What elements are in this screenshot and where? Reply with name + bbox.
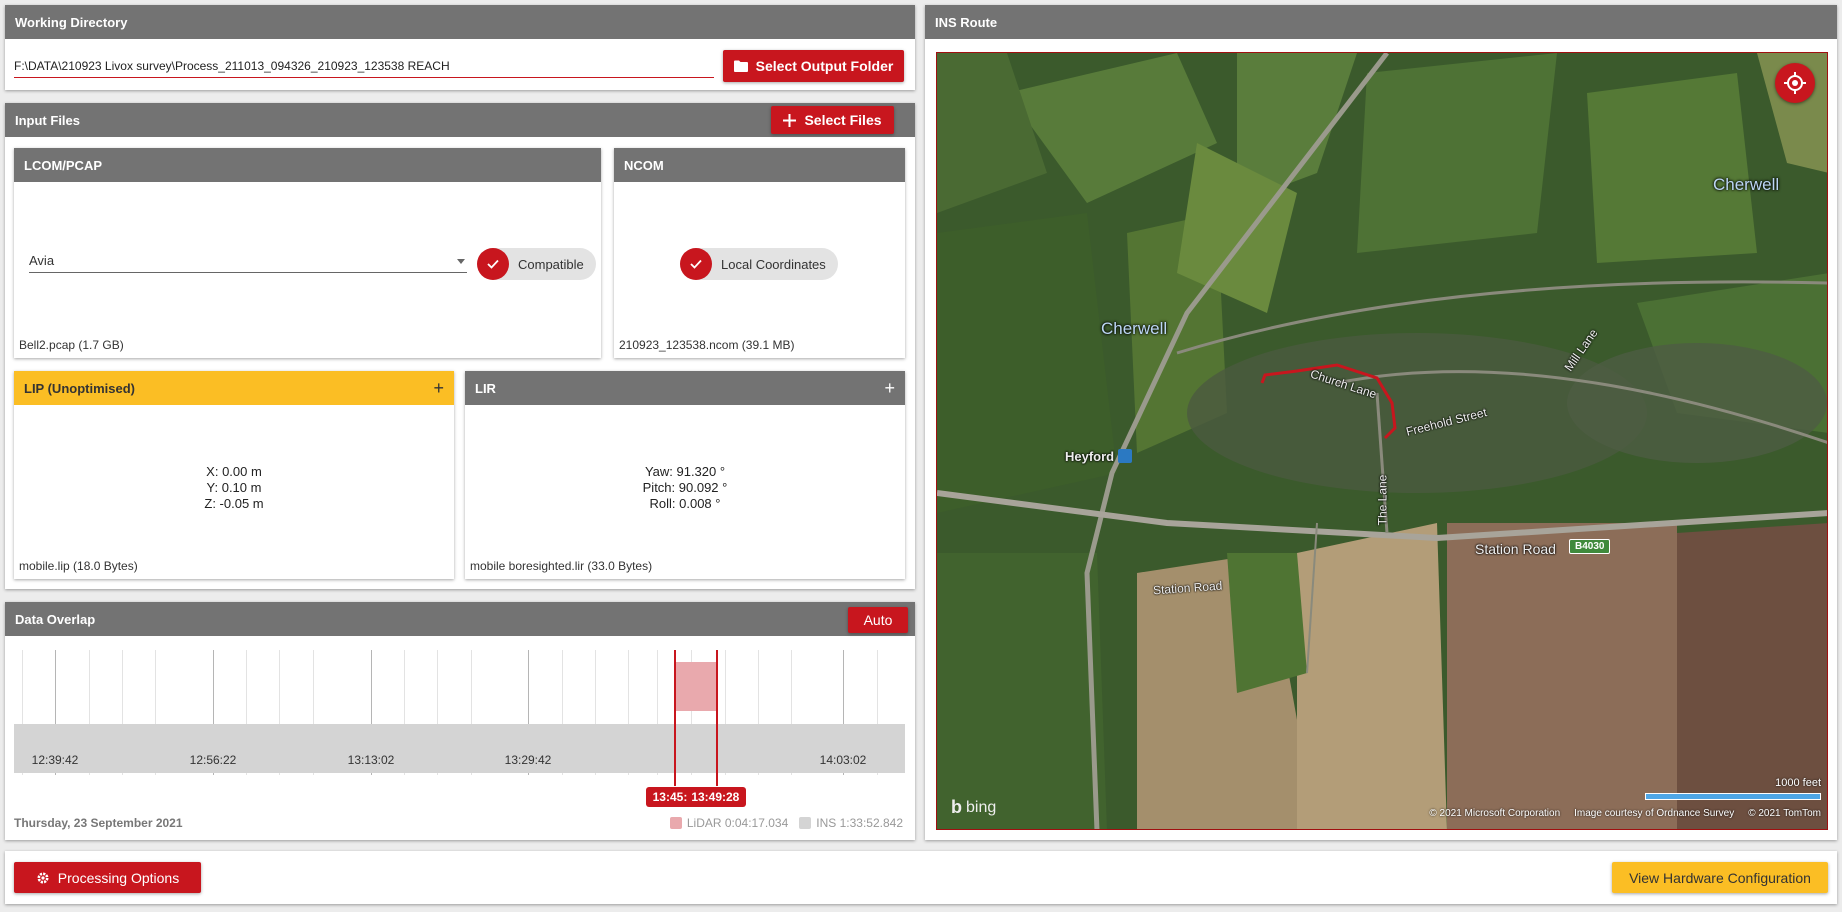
lir-yaw-value: Yaw: 91.320 ° — [644, 464, 726, 479]
lcom-pcap-title: LCOM/PCAP — [14, 148, 601, 182]
ins-legend-label: INS 1:33:52.842 — [816, 816, 903, 830]
crosshair-icon — [1784, 72, 1806, 94]
road-badge: B4030 — [1569, 539, 1611, 554]
lir-file-name: mobile boresighted.lir (33.0 Bytes) — [470, 559, 653, 573]
lidar-legend-swatch — [669, 817, 682, 829]
view-hardware-configuration-label: View Hardware Configuration — [1629, 869, 1811, 886]
lir-card: LIR + Yaw: 91.320 ° Pitch: 90.092 ° Roll… — [465, 371, 905, 579]
compatible-status-text: Compatible — [518, 256, 584, 272]
selection-range-badge: 13:45: 13:49:28 — [646, 787, 746, 807]
map-view[interactable]: Cherwell Cherwell Heyford Church Lane Fr… — [936, 52, 1828, 830]
lidar-coverage-bar — [676, 662, 717, 711]
lip-y-value: Y: 0.10 m — [206, 480, 262, 495]
select-files-label: Select Files — [804, 112, 882, 128]
lir-roll-value: Roll: 0.008 ° — [649, 496, 721, 511]
select-files-button[interactable]: Select Files — [771, 106, 894, 134]
lir-title-text: LIR — [475, 380, 496, 396]
place-label-heyford-text: Heyford — [1065, 449, 1115, 464]
tick-label: 13:13:02 — [347, 753, 395, 767]
check-icon — [477, 248, 509, 280]
select-output-folder-button[interactable]: Select Output Folder — [723, 50, 904, 82]
view-hardware-configuration-button[interactable]: View Hardware Configuration — [1612, 862, 1828, 893]
lcom-pcap-card: LCOM/PCAP Avia Compatible Bell2.pcap (1.… — [14, 148, 601, 358]
tick-label: 14:03:02 — [819, 753, 867, 767]
lir-pitch-value: Pitch: 90.092 ° — [642, 480, 728, 495]
ncom-file-name: 210923_123538.ncom (39.1 MB) — [619, 338, 795, 352]
lir-add-icon[interactable]: + — [884, 379, 895, 397]
input-files-panel: Input Files Select Files LCOM/PCAP Avia … — [5, 103, 915, 589]
ncom-title-text: NCOM — [624, 157, 664, 173]
bing-logo-text: bing — [966, 798, 997, 816]
copyright-item: © 2021 Microsoft Corporation — [1429, 808, 1561, 819]
ins-route-title: INS Route — [925, 5, 1837, 39]
processing-options-button[interactable]: Processing Options — [14, 862, 201, 893]
ins-legend-swatch — [799, 817, 812, 829]
selection-start-time: 13:45: — [652, 790, 688, 804]
lip-z-value: Z: -0.05 m — [204, 496, 264, 511]
lip-x-value: X: 0.00 m — [206, 464, 262, 479]
rail-station-icon — [1117, 449, 1132, 463]
ins-coverage-bar — [14, 724, 905, 773]
lir-angles: Yaw: 91.320 ° Pitch: 90.092 ° Roll: 0.00… — [465, 464, 905, 512]
copyright-item: Image courtesy of Ordnance Survey — [1574, 808, 1735, 819]
road-label: Station Road — [1475, 541, 1556, 557]
gear-icon — [37, 872, 49, 883]
lip-title: LIP (Unoptimised) + — [14, 371, 454, 405]
road-label: The Lane — [1375, 474, 1390, 526]
timeline[interactable]: 12:39:42 12:56:22 13:13:02 13:29:42 14:0… — [5, 602, 915, 840]
local-coordinates-status-text: Local Coordinates — [721, 256, 826, 272]
tick-label: 12:56:22 — [189, 753, 237, 767]
bing-icon: b — [951, 797, 962, 817]
ins-route-title-text: INS Route — [935, 14, 998, 30]
ncom-title: NCOM — [614, 148, 905, 182]
folder-icon — [733, 60, 748, 72]
tick-label: 12:39:42 — [31, 753, 79, 767]
select-output-folder-label: Select Output Folder — [755, 58, 894, 74]
check-icon — [680, 248, 712, 280]
lidar-legend-label: LiDAR 0:04:17.034 — [686, 816, 789, 830]
lip-file-name: mobile.lip (18.0 Bytes) — [19, 559, 138, 573]
overlap-legend: LiDAR 0:04:17.034 INS 1:33:52.842 — [669, 816, 903, 830]
scale-label: 1000 feet — [1775, 777, 1821, 789]
working-directory-path[interactable]: F:\DATA\210923 Livox survey\Process_2110… — [14, 59, 714, 78]
lir-title: LIR + — [465, 371, 905, 405]
selection-end-time: 13:49:28 — [691, 790, 740, 804]
scale-bar — [1645, 793, 1821, 800]
ncom-card: NCOM Local Coordinates 210923_123538.nco… — [614, 148, 905, 358]
selection-start-handle[interactable] — [674, 650, 676, 786]
place-label-heyford: Heyford — [1065, 449, 1132, 464]
data-overlap-panel: Data Overlap Auto 12:39:42 12:56:22 13:1… — [5, 602, 915, 840]
place-label-cherwell: Cherwell — [1101, 319, 1168, 338]
lip-offsets: X: 0.00 m Y: 0.10 m Z: -0.05 m — [14, 464, 454, 512]
chevron-down-icon — [457, 259, 465, 264]
input-files-title-text: Input Files — [15, 112, 80, 128]
working-directory-title: Working Directory — [5, 5, 915, 39]
local-coordinates-status-badge: Local Coordinates — [680, 248, 838, 280]
selection-end-handle[interactable] — [716, 650, 718, 786]
lcom-file-name: Bell2.pcap (1.7 GB) — [19, 338, 124, 352]
compatible-status-badge: Compatible — [477, 248, 596, 280]
map-copyright: © 2021 Microsoft Corporation Image court… — [1429, 808, 1821, 819]
footer-bar: Processing Options View Hardware Configu… — [5, 851, 1837, 904]
locate-button[interactable] — [1775, 63, 1815, 103]
place-label-cherwell: Cherwell — [1713, 175, 1780, 194]
lcom-pcap-title-text: LCOM/PCAP — [24, 157, 102, 173]
sensor-select-value: Avia — [29, 253, 55, 268]
copyright-item: © 2021 TomTom — [1748, 808, 1821, 819]
lip-title-text: LIP (Unoptimised) — [24, 380, 135, 396]
processing-options-label: Processing Options — [57, 869, 180, 886]
bing-logo: b bing — [951, 797, 996, 818]
lip-card: LIP (Unoptimised) + X: 0.00 m Y: 0.10 m … — [14, 371, 454, 579]
overlap-date: Thursday, 23 September 2021 — [14, 816, 183, 830]
sensor-select[interactable]: Avia — [29, 249, 467, 273]
lip-add-icon[interactable]: + — [433, 379, 444, 397]
working-directory-panel: Working Directory F:\DATA\210923 Livox s… — [5, 5, 915, 90]
tick-label: 13:29:42 — [504, 753, 552, 767]
plus-icon — [783, 113, 797, 127]
aerial-imagery — [937, 53, 1827, 829]
